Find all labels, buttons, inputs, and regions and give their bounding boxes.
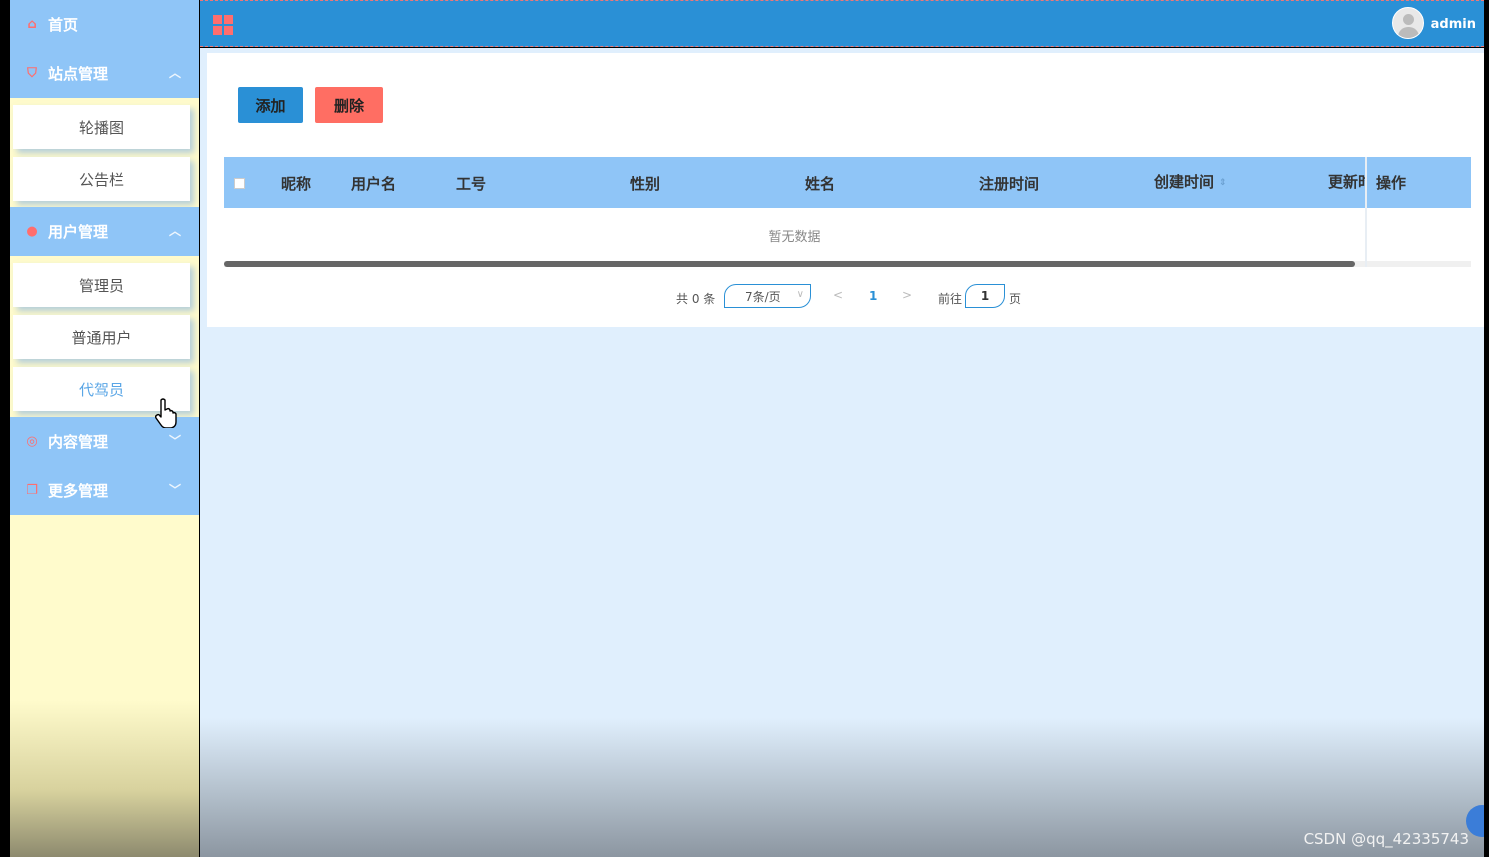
sidebar-item-notice[interactable]: 公告栏: [13, 157, 190, 201]
chevron-up-icon: ︿: [168, 66, 181, 80]
goto-page-input[interactable]: 1: [965, 284, 1005, 308]
user-icon: ●: [26, 224, 38, 239]
main-content: 添加 删除 昵称 用户名 工号 性别 姓名 注册时间 创建时间 ⇕ 更新时 暂无数…: [200, 48, 1484, 857]
column-header: 注册时间: [979, 175, 1040, 193]
home-icon: ⌂: [27, 17, 37, 32]
next-page-icon[interactable]: >: [902, 288, 912, 302]
sidebar-group-users[interactable]: ● 用户管理 ︿: [10, 207, 199, 256]
sidebar-item-home[interactable]: ⌂ 首页: [10, 0, 199, 49]
sidebar-item-label: 内容管理: [48, 433, 109, 451]
sidebar-subitem-label: 轮播图: [78, 118, 124, 137]
column-header-actions: 操作: [1367, 157, 1471, 208]
avatar[interactable]: [1392, 7, 1424, 39]
sidebar-item-carousel[interactable]: 轮播图: [13, 105, 190, 149]
page-size-value: 7条/页: [745, 289, 781, 304]
goto-label: 前往: [938, 292, 963, 306]
menu-grid-icon[interactable]: [213, 15, 233, 35]
table-header: 昵称 用户名 工号 性别 姓名 注册时间 创建时间 ⇕ 更新时: [224, 157, 1471, 208]
page-number-current[interactable]: 1: [869, 289, 877, 303]
total-count: 共 0 条: [676, 292, 716, 306]
column-header: 昵称: [281, 175, 312, 193]
content-panel: 添加 删除 昵称 用户名 工号 性别 姓名 注册时间 创建时间 ⇕ 更新时 暂无数…: [207, 53, 1484, 327]
sidebar-item-label: 更多管理: [48, 482, 109, 500]
sidebar-subitem-label: 管理员: [78, 276, 124, 295]
column-header: 用户名: [351, 175, 397, 193]
hand-cursor-icon: [155, 398, 177, 428]
sort-icon[interactable]: ⇕: [1219, 178, 1227, 188]
sidebar-group-site[interactable]: ⛉ 站点管理 ︿: [10, 49, 199, 98]
sidebar-subitem-label: 公告栏: [78, 170, 124, 189]
page-size-select[interactable]: 7条/页 ∨: [724, 284, 811, 308]
horizontal-scrollbar[interactable]: [224, 261, 1355, 267]
fixed-action-column: 操作: [1365, 157, 1471, 267]
submenu-site: 轮播图 公告栏: [10, 98, 199, 207]
sidebar-item-normal-user[interactable]: 普通用户: [13, 315, 190, 359]
chevron-up-icon: ︿: [168, 224, 181, 238]
sidebar-item-label: 站点管理: [48, 65, 109, 83]
top-bar: admin: [200, 0, 1484, 47]
delete-button[interactable]: 删除: [315, 87, 383, 123]
empty-state-text: 暂无数据: [768, 229, 821, 245]
chevron-down-icon: ∨: [796, 289, 804, 300]
column-header: 姓名: [805, 175, 836, 193]
username[interactable]: admin: [1431, 17, 1476, 32]
sidebar-group-more[interactable]: ❐ 更多管理 ﹀: [10, 466, 199, 515]
column-header-sortable[interactable]: 创建时间 ⇕: [1154, 171, 1227, 192]
select-all-checkbox[interactable]: [234, 178, 245, 189]
data-table: 昵称 用户名 工号 性别 姓名 注册时间 创建时间 ⇕ 更新时 暂无数据 操作: [224, 157, 1471, 267]
sidebar-item-label: 首页: [48, 16, 79, 34]
chevron-down-icon: ﹀: [168, 483, 181, 497]
copy-icon: ❐: [26, 483, 38, 498]
column-header: 工号: [456, 175, 487, 193]
bookmark-icon: ⛉: [27, 66, 37, 81]
chat-icon: ◎: [26, 434, 38, 449]
column-header: 性别: [630, 175, 661, 193]
sidebar-subitem-label: 代驾员: [78, 380, 124, 399]
watermark: CSDN @qq_42335743: [1303, 830, 1469, 848]
submenu-users: 管理员 普通用户 代驾员: [10, 256, 199, 417]
sidebar-item-label: 用户管理: [48, 223, 109, 241]
chevron-down-icon: ﹀: [168, 434, 181, 448]
pagination: 共 0 条 7条/页 ∨ < 1 > 前往 1 页: [207, 283, 1484, 311]
sidebar-item-admin[interactable]: 管理员: [13, 263, 190, 307]
add-button[interactable]: 添加: [238, 87, 303, 123]
page-unit-label: 页: [1009, 292, 1022, 306]
sidebar-subitem-label: 普通用户: [71, 328, 132, 347]
sidebar: ⌂ 首页 ⛉ 站点管理 ︿ 轮播图 公告栏 ● 用户管理 ︿ 管理员 普通用户 …: [10, 0, 199, 857]
prev-page-icon[interactable]: <: [833, 288, 843, 302]
